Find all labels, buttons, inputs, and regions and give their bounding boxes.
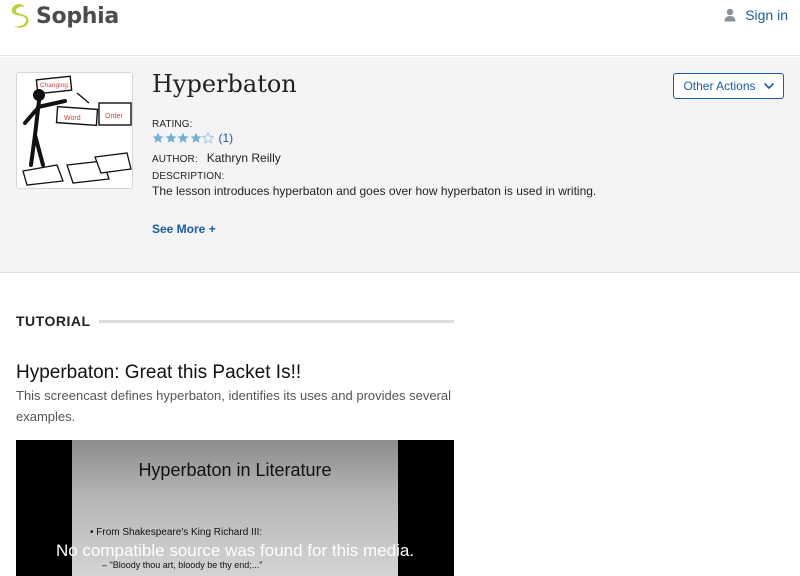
tutorial-description: This screencast defines hyperbaton, iden… — [16, 388, 452, 424]
slide-bullet-text: From Shakespeare's King Richard III: — [96, 527, 263, 538]
sign-in-label: Sign in — [745, 7, 788, 23]
other-actions-label: Other Actions — [683, 79, 756, 93]
slide-quote: – "Bloody thou art, bloody be thy end;..… — [102, 560, 263, 570]
other-actions-button[interactable]: Other Actions — [673, 73, 784, 99]
chevron-down-icon — [763, 83, 774, 89]
lesson-thumbnail: Changing Word Order — [16, 72, 133, 189]
author-row: AUTHOR: Kathryn Reilly — [152, 151, 281, 165]
author-label: AUTHOR: — [152, 154, 198, 165]
tutorial-section-heading: TUTORIAL — [16, 313, 91, 329]
hyperbaton-illustration: Changing Word Order — [22, 75, 132, 186]
sophia-leaf-icon — [11, 4, 29, 28]
slide-title: Hyperbaton in Literature — [138, 460, 332, 480]
thumb-word-word: Word — [64, 115, 81, 122]
sophia-logo[interactable]: Sophia — [10, 2, 119, 30]
star-filled-icon — [152, 132, 164, 143]
author-name: Kathryn Reilly — [206, 151, 281, 165]
thumb-word-order: Order — [105, 113, 124, 120]
lesson-info-panel: Changing Word Order Hyperbaton RATING: (… — [0, 57, 800, 273]
sign-in-link[interactable]: Sign in — [724, 7, 788, 23]
star-empty-icon — [202, 132, 214, 144]
star-filled-icon — [165, 132, 176, 143]
tutorial-title: Hyperbaton: Great this Packet Is!! — [16, 362, 302, 383]
slide-bullet: • From Shakespeare's King Richard III: — [90, 527, 263, 538]
video-player[interactable]: Hyperbaton in Literature • From Shakespe… — [16, 440, 454, 576]
lesson-description: The lesson introduces hyperbaton and goe… — [152, 184, 597, 198]
description-label: DESCRIPTION: — [152, 171, 225, 182]
star-filled-icon — [177, 132, 189, 143]
rating-count-link[interactable]: (1) — [219, 131, 234, 145]
star-rating[interactable]: (1) — [152, 131, 233, 145]
thumb-word-changing: Changing — [40, 82, 68, 89]
video-error-message: No compatible source was found for this … — [55, 541, 415, 560]
section-divider — [99, 320, 454, 323]
site-header: Sophia Sign in — [0, 0, 800, 56]
see-more-link[interactable]: See More + — [152, 222, 216, 236]
user-icon — [724, 8, 736, 22]
star-filled-icon — [190, 132, 201, 143]
lesson-title: Hyperbaton — [152, 70, 297, 98]
brand-name: Sophia — [36, 3, 119, 29]
rating-label: RATING: — [152, 119, 193, 130]
